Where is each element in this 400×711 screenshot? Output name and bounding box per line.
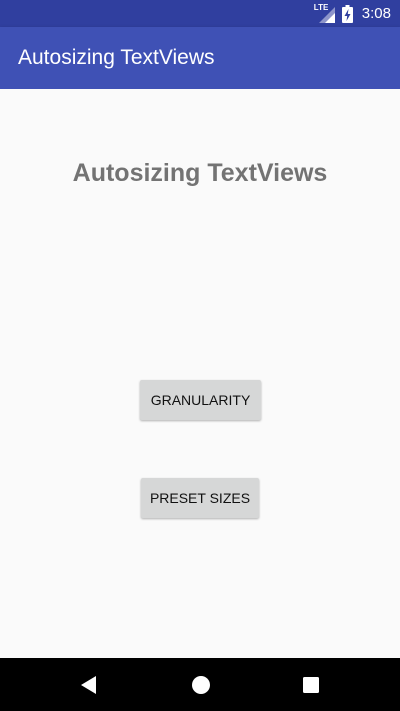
autosizing-headline: Autosizing TextViews [72, 159, 328, 187]
status-time: 3:08 [361, 5, 391, 22]
granularity-button[interactable]: GRANULARITY [140, 380, 261, 420]
home-icon[interactable] [191, 675, 211, 695]
battery-charging-icon [341, 4, 353, 23]
app-bar-title: Autosizing TextViews [18, 46, 215, 69]
navigation-bar [0, 658, 400, 711]
back-icon[interactable] [80, 675, 98, 695]
main-content: Autosizing TextViews GRANULARITY PRESET … [0, 89, 400, 658]
lte-signal-icon: LTE [314, 3, 336, 24]
preset-sizes-button[interactable]: PRESET SIZES [141, 478, 259, 518]
app-bar: Autosizing TextViews [0, 27, 400, 89]
recents-icon[interactable] [302, 675, 320, 695]
status-icons: LTE 3:08 [314, 0, 391, 27]
status-bar: LTE 3:08 [0, 0, 400, 27]
